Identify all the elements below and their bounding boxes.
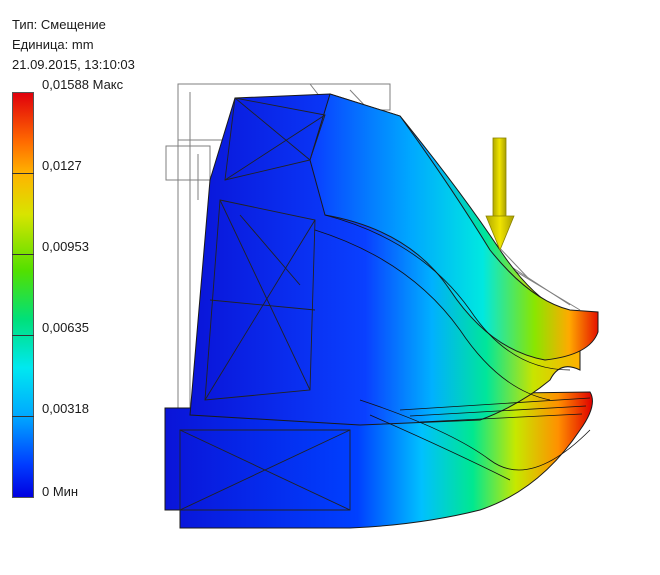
result-unit-label: Единица: mm — [12, 37, 94, 52]
deformed-part-model[interactable] — [150, 70, 620, 530]
legend-label-max: 0,01588 Макс — [42, 77, 124, 92]
legend-tick — [12, 173, 34, 174]
legend-label-0-00953: 0,00953 — [42, 239, 89, 254]
down-arrow-icon — [485, 137, 515, 252]
color-scale-bar — [12, 92, 34, 498]
legend-label-0-0127: 0,0127 — [42, 158, 82, 173]
legend-label-0-00635: 0,00635 — [42, 320, 89, 335]
result-timestamp: 21.09.2015, 13:10:03 — [12, 57, 135, 72]
legend-tick — [12, 254, 34, 255]
displacement-result-viewport[interactable]: Тип: Смещение Единица: mm 21.09.2015, 13… — [0, 0, 660, 575]
legend-label-0-00318: 0,00318 — [42, 401, 89, 416]
legend-tick — [12, 416, 34, 417]
legend-tick — [12, 335, 34, 336]
result-type-label: Тип: Смещение — [12, 17, 106, 32]
legend-label-min: 0 Мин — [42, 484, 79, 499]
